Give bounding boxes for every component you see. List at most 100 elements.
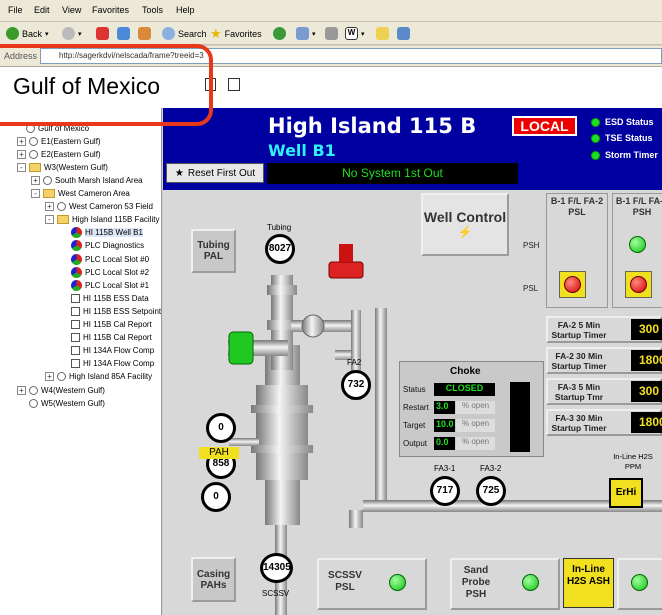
expand-icon[interactable]: +	[17, 136, 26, 146]
discuss-button[interactable]	[376, 26, 389, 41]
collapse-icon[interactable]: -	[31, 189, 40, 198]
fa3-psl-alarm[interactable]	[625, 271, 652, 298]
sand-probe-panel[interactable]: Sand Probe PSH	[450, 558, 560, 610]
scssv-psl-panel[interactable]: SCSSV PSL	[317, 558, 427, 610]
scssv-gauge[interactable]: 14305	[260, 553, 293, 583]
expand-icon[interactable]: +	[31, 175, 40, 185]
tree-item[interactable]: - W3(Western Gulf)	[17, 161, 108, 173]
tree-item[interactable]: HI 134A Flow Comp	[59, 358, 154, 370]
well-control-button[interactable]: Well Control ⚡	[421, 193, 509, 256]
history-button[interactable]	[273, 26, 286, 41]
menu-favorites[interactable]: Favorites	[92, 5, 129, 15]
esd-status[interactable]: ESD Status	[591, 117, 654, 127]
node-circle-icon	[57, 372, 66, 382]
mail-button[interactable]: ▾	[296, 26, 316, 41]
tree-item[interactable]: - West Cameron Area	[31, 188, 130, 200]
tree-item[interactable]: + W4(Western Gulf)	[17, 384, 105, 396]
timer-label: FA-3 5 Min Startup Tmr	[554, 382, 604, 402]
fa3-psh-ok[interactable]	[629, 236, 646, 253]
tree-item[interactable]: + E1(Eastern Gulf)	[17, 135, 101, 147]
choke-target-value[interactable]: 10.0	[434, 419, 455, 432]
menu-help[interactable]: Help	[176, 5, 195, 15]
tree-item[interactable]: HI 115B ESS Data	[59, 292, 149, 304]
tree-item-label: W3(Western Gulf)	[44, 162, 108, 172]
expand-icon[interactable]: +	[45, 202, 54, 212]
tree-item[interactable]: + E2(Eastern Gulf)	[17, 148, 101, 160]
green-ok-led	[389, 574, 406, 591]
tree-item-label: HI 115B Well B1	[85, 228, 143, 238]
edit-button[interactable]: W ▾	[345, 26, 365, 41]
chevron-down-icon: ▾	[361, 30, 365, 38]
tree-item[interactable]: PLC Local Slot #1	[59, 279, 149, 291]
expand-icon[interactable]: +	[17, 149, 26, 159]
tree-item[interactable]: PLC Local Slot #0	[59, 253, 149, 265]
tree-item[interactable]: HI 115B Cal Report	[59, 332, 152, 344]
timer-value[interactable]: 1800	[631, 350, 662, 371]
back-button[interactable]: Back ▾	[6, 26, 49, 41]
tree-item[interactable]: HI 115B ESS Setpoints	[59, 305, 161, 317]
tubing-pal-button[interactable]: Tubing PAL	[191, 229, 236, 273]
tree-item[interactable]: - High Island 115B Facility	[45, 214, 159, 226]
well-title: Well B1	[268, 141, 336, 160]
forward-button[interactable]: ▾	[62, 26, 82, 41]
stop-button[interactable]	[96, 26, 109, 41]
casing-gauge-1[interactable]: 0	[206, 413, 236, 443]
fa31-gauge[interactable]: 717	[430, 476, 460, 506]
fl-panel-fa3-title: B-1 F/L FA-3 PSH	[615, 196, 662, 217]
tree-item[interactable]: HI 134A Flow Comp	[59, 345, 154, 357]
choke-restart-value[interactable]: 3.0	[434, 401, 455, 414]
tree-item-label: E1(Eastern Gulf)	[41, 136, 101, 146]
reset-first-out-button[interactable]: ★ Reset First Out	[166, 163, 264, 183]
tree-item[interactable]: + South Marsh Island Area	[31, 174, 143, 186]
messenger-button[interactable]	[397, 26, 410, 41]
collapse-icon[interactable]: -	[17, 162, 26, 172]
tree-item[interactable]: + West Cameron 53 Field	[45, 201, 153, 213]
tree-item-label: HI 115B Cal Report	[83, 320, 152, 329]
fl-panel-fa2-title: B-1 F/L FA-2 PSL	[550, 196, 604, 217]
tse-status-label: TSE Status	[605, 133, 653, 143]
local-mode-button[interactable]: LOCAL	[512, 116, 577, 136]
casing-gauge-3[interactable]: 0	[201, 482, 231, 512]
inline-h2s-led-panel[interactable]	[617, 558, 662, 610]
checkbox-icon	[71, 359, 80, 369]
menu-file[interactable]: File	[8, 5, 23, 15]
refresh-button[interactable]	[117, 26, 130, 41]
search-button[interactable]: Search	[162, 26, 207, 41]
timer-value[interactable]: 1800	[631, 412, 662, 433]
tree-item[interactable]: + High Island 85A Facility	[45, 371, 152, 383]
tree-item[interactable]: HI 115B Cal Report	[59, 319, 152, 331]
fa32-gauge[interactable]: 725	[476, 476, 506, 506]
storm-timer[interactable]: Storm Timer	[591, 150, 658, 160]
print-button[interactable]	[325, 26, 338, 41]
timer-value[interactable]: 300	[631, 381, 662, 402]
tse-status[interactable]: TSE Status	[591, 133, 653, 143]
tree-item[interactable]: PLC Diagnostics	[59, 240, 144, 252]
fa2-gauge[interactable]: 732	[341, 370, 371, 400]
h2s-ppm-value[interactable]: ErHi	[609, 478, 643, 508]
tree-item[interactable]: HI 115B Well B1	[59, 227, 143, 239]
menu-tools[interactable]: Tools	[142, 5, 163, 15]
tree-item-label: PLC Diagnostics	[85, 241, 145, 251]
collapse-icon[interactable]: -	[45, 215, 54, 225]
menu-edit[interactable]: Edit	[34, 5, 50, 15]
tree-item-label: HI 115B Cal Report	[83, 333, 152, 343]
inline-h2s-ash-alarm[interactable]: In-Line H2S ASH	[563, 558, 614, 608]
favorites-button[interactable]: ★ Favorites	[210, 26, 262, 41]
expand-icon[interactable]: +	[45, 372, 54, 382]
checkbox-icon	[71, 320, 80, 329]
timer-value[interactable]: 300	[631, 319, 662, 340]
tubing-gauge[interactable]: 8027	[265, 234, 295, 264]
menu-view[interactable]: View	[62, 5, 81, 15]
choke-position-bar	[510, 382, 530, 452]
tree-item[interactable]: W5(Western Gulf)	[17, 397, 105, 409]
casing-pahs-button[interactable]: Casing PAHs	[191, 557, 236, 602]
export-icon[interactable]	[228, 78, 240, 91]
home-button[interactable]	[138, 26, 151, 41]
tree-item[interactable]: PLC Local Slot #2	[59, 266, 149, 278]
choke-status-label: Status	[403, 385, 426, 394]
choke-target-unit: % open	[456, 419, 495, 432]
expand-icon[interactable]: +	[17, 385, 26, 395]
fa2-psl-alarm[interactable]	[559, 271, 586, 298]
reset-label: Reset First Out	[187, 167, 256, 179]
chevron-down-icon: ▾	[312, 30, 316, 38]
